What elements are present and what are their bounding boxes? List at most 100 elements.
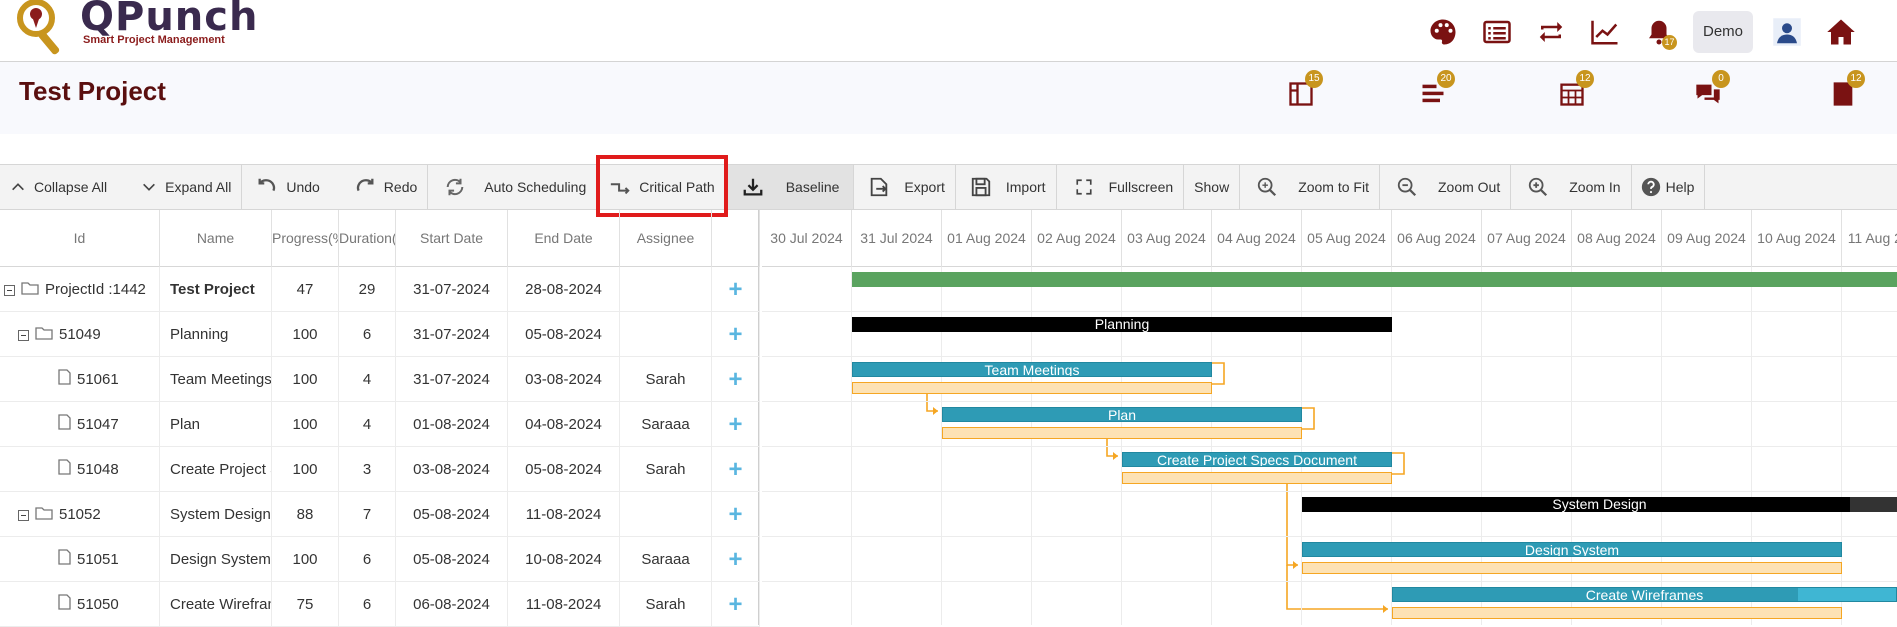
cell-end: 04-08-2024 xyxy=(508,402,620,447)
collapse-all-button[interactable]: Collapse All xyxy=(10,179,107,195)
project-bar[interactable] xyxy=(852,272,1897,287)
sync-button[interactable] xyxy=(1531,12,1571,52)
import-button[interactable]: Import xyxy=(956,165,1057,209)
task-bar[interactable]: Create Wireframes xyxy=(1392,587,1897,602)
zoom-out-button[interactable]: Zoom Out xyxy=(1380,165,1512,209)
add-subtask-button[interactable]: + xyxy=(712,357,760,402)
tasks-shortcut[interactable]: 20 xyxy=(1413,70,1455,114)
cell-progress: 47 xyxy=(272,267,339,312)
list-view-button[interactable] xyxy=(1477,12,1517,52)
row-line xyxy=(762,536,1897,537)
table-row[interactable]: 51048 Create Project S 100 3 03-08-2024 05-08… xyxy=(0,447,760,492)
cell-end: 10-08-2024 xyxy=(508,537,620,582)
column-header-end-date[interactable]: End Date xyxy=(508,210,620,267)
cell-duration: 4 xyxy=(339,357,396,402)
baseline-bar xyxy=(1122,472,1392,484)
show-button[interactable]: Show xyxy=(1184,165,1241,209)
column-header-add xyxy=(712,210,760,267)
table-row[interactable]: 51047 Plan 100 4 01-08-2024 04-08-2024 Saraaa + xyxy=(0,402,760,447)
redo-button[interactable]: Redo xyxy=(354,176,417,198)
dependency-arrowhead xyxy=(1293,561,1298,569)
timeline-date: 31 Jul 2024 xyxy=(852,210,942,267)
column-header-id[interactable]: Id xyxy=(0,210,160,267)
task-bar[interactable]: Create Project Specs Document xyxy=(1122,452,1392,467)
column-header-progress[interactable]: Progress(% xyxy=(272,210,339,267)
cell-end: 03-08-2024 xyxy=(508,357,620,402)
add-subtask-button[interactable]: + xyxy=(712,537,760,582)
column-header-start-date[interactable]: Start Date xyxy=(396,210,508,267)
summary-bar[interactable]: Planning xyxy=(852,317,1392,332)
fullscreen-button[interactable]: Fullscreen xyxy=(1057,165,1185,209)
task-bar[interactable]: Plan xyxy=(942,407,1302,422)
timeline-date: 07 Aug 2024 xyxy=(1482,210,1572,267)
cell-name: Planning xyxy=(160,312,272,357)
row-id: ProjectId :1442 xyxy=(45,281,146,298)
row-line xyxy=(762,401,1897,402)
analytics-button[interactable] xyxy=(1585,12,1625,52)
timeline-date: 09 Aug 2024 xyxy=(1662,210,1752,267)
undo-button[interactable]: Undo xyxy=(256,176,320,198)
table-row[interactable]: 51050 Create Wirefram 75 6 06-08-2024 11-08-2… xyxy=(0,582,760,627)
table-row[interactable]: 51049 Planning 100 6 31-07-2024 05-08-2024 + xyxy=(0,312,760,357)
cell-start: 31-07-2024 xyxy=(396,312,508,357)
user-menu-button[interactable]: Demo xyxy=(1692,11,1753,53)
task-bar[interactable]: Design System xyxy=(1302,542,1842,557)
zoom-in-button[interactable]: Zoom In xyxy=(1511,165,1632,209)
profile-avatar[interactable] xyxy=(1767,12,1807,52)
row-id: 51052 xyxy=(59,506,101,523)
column-header-duration[interactable]: Duration( xyxy=(339,210,396,267)
auto-scheduling-button[interactable]: Auto Scheduling xyxy=(428,165,598,209)
discussions-shortcut[interactable]: 0 xyxy=(1688,70,1730,114)
add-subtask-button[interactable]: + xyxy=(712,267,760,312)
file-icon xyxy=(58,448,71,492)
expand-all-button[interactable]: Expand All xyxy=(141,179,231,195)
show-label: Show xyxy=(1194,179,1230,195)
app-header: QPunch Smart Project Management 17 Demo xyxy=(0,0,1897,62)
calendar-shortcut[interactable]: 12 xyxy=(1552,70,1594,114)
summary-bar[interactable]: System Design xyxy=(1302,497,1897,512)
table-row[interactable]: 51052 System Design 88 7 05-08-2024 11-08-202… xyxy=(0,492,760,537)
collapse-toggle-icon[interactable] xyxy=(18,329,29,341)
row-id: 51061 xyxy=(77,371,119,388)
cell-progress: 75 xyxy=(272,582,339,627)
grid-header: Id Name Progress(% Duration( Start Date … xyxy=(0,210,760,267)
board-badge: 15 xyxy=(1305,70,1323,88)
timeline-date: 11 Aug 2024 xyxy=(1842,210,1897,267)
collapse-toggle-icon[interactable] xyxy=(18,509,29,521)
timeline-date: 02 Aug 2024 xyxy=(1032,210,1122,267)
project-shortcuts: 15 20 12 0 12 xyxy=(0,70,1897,114)
collapse-toggle-icon[interactable] xyxy=(4,284,15,296)
home-button[interactable] xyxy=(1821,12,1861,52)
add-subtask-button[interactable]: + xyxy=(712,582,760,627)
zoom-to-fit-button[interactable]: Zoom to Fit xyxy=(1240,165,1380,209)
column-header-name[interactable]: Name xyxy=(160,210,272,267)
add-subtask-button[interactable]: + xyxy=(712,312,760,357)
zoom-out-label: Zoom Out xyxy=(1437,179,1501,195)
zoom-in-icon xyxy=(1529,177,1548,197)
cell-end: 28-08-2024 xyxy=(508,267,620,312)
notifications-button[interactable]: 17 xyxy=(1639,12,1679,52)
help-button[interactable]: Help xyxy=(1632,165,1706,209)
documents-shortcut[interactable]: 12 xyxy=(1823,70,1865,114)
table-row[interactable]: ProjectId :1442 Test Project 47 29 31-07-202… xyxy=(0,267,760,312)
export-button[interactable]: Export xyxy=(854,165,956,209)
dashboard-button[interactable] xyxy=(1423,12,1463,52)
task-bar[interactable]: Team Meetings xyxy=(852,362,1212,377)
logo[interactable]: QPunch Smart Project Management xyxy=(14,0,264,60)
gantt-toolbar: Collapse All Expand All Undo Redo Auto S… xyxy=(0,164,1897,210)
critical-path-button[interactable]: Critical Path xyxy=(597,165,726,209)
help-icon xyxy=(1641,177,1660,197)
board-shortcut[interactable]: 15 xyxy=(1281,70,1323,114)
cell-id: 51049 xyxy=(0,312,160,357)
table-row[interactable]: 51051 Design System 100 6 05-08-2024 10-08-20… xyxy=(0,537,760,582)
baseline-button[interactable]: Baseline xyxy=(725,165,855,209)
add-subtask-button[interactable]: + xyxy=(712,447,760,492)
file-icon xyxy=(58,583,71,627)
table-row[interactable]: 51061 Team Meetings 100 4 31-07-2024 03-08-20… xyxy=(0,357,760,402)
column-header-assignee[interactable]: Assignee xyxy=(620,210,712,267)
baseline-bar xyxy=(942,427,1302,439)
add-subtask-button[interactable]: + xyxy=(712,492,760,537)
avatar-icon xyxy=(1773,18,1801,46)
add-subtask-button[interactable]: + xyxy=(712,402,760,447)
auto-scheduling-label: Auto Scheduling xyxy=(484,179,587,195)
